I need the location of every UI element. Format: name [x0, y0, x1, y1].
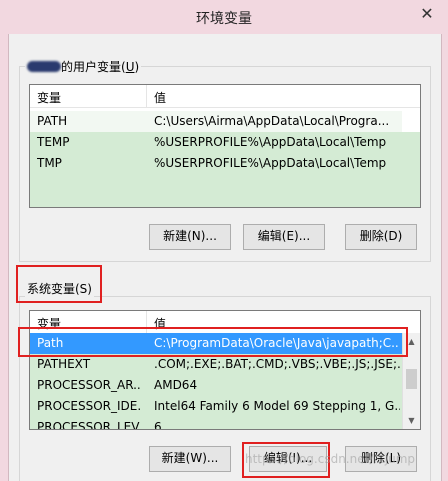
system-new-button[interactable]: 新建(W)... [149, 446, 231, 472]
title-bar: 环境变量 ✕ [0, 0, 448, 34]
system-vars-highlight [16, 265, 102, 303]
table-row[interactable]: TEMP %USERPROFILE%\AppData\Local\Temp [30, 132, 420, 153]
col-header-name[interactable]: 变量 [37, 89, 61, 106]
blurred-username [27, 61, 61, 72]
user-vars-list[interactable]: 变量 值 PATH C:\Users\Airma\AppData\Local\P… [29, 84, 421, 208]
table-row[interactable]: PROCESSOR_IDE... Intel64 Family 6 Model … [30, 396, 402, 417]
window-title: 环境变量 [196, 11, 252, 27]
user-new-button[interactable]: 新建(N)... [149, 224, 231, 250]
table-row[interactable]: PROCESSOR_LEV... 6 [30, 417, 402, 429]
dialog-body: 的用户变量(U) 变量 值 PATH C:\Users\Airma\AppDat… [8, 34, 442, 481]
path-row-highlight [18, 327, 408, 357]
user-delete-button[interactable]: 删除(D) [345, 224, 417, 250]
table-row[interactable]: PATHEXT .COM;.EXE;.BAT;.CMD;.VBS;.VBE;.J… [30, 354, 402, 375]
table-row[interactable]: PROCESSOR_AR... AMD64 [30, 375, 402, 396]
table-row[interactable]: PATH C:\Users\Airma\AppData\Local\Progra… [30, 111, 402, 132]
close-icon[interactable]: ✕ [412, 4, 442, 26]
scroll-thumb[interactable] [406, 369, 417, 389]
user-vars-label: 的用户变量(U) [25, 58, 142, 75]
user-vars-header: 变量 值 [30, 85, 420, 108]
table-row[interactable]: TMP %USERPROFILE%\AppData\Local\Temp [30, 153, 420, 207]
user-edit-button[interactable]: 编辑(E)... [243, 224, 325, 250]
watermark: https://blog.csdn.net/...jump [245, 452, 416, 466]
col-header-value[interactable]: 值 [154, 89, 166, 106]
scroll-down-icon[interactable]: ▼ [403, 412, 420, 429]
